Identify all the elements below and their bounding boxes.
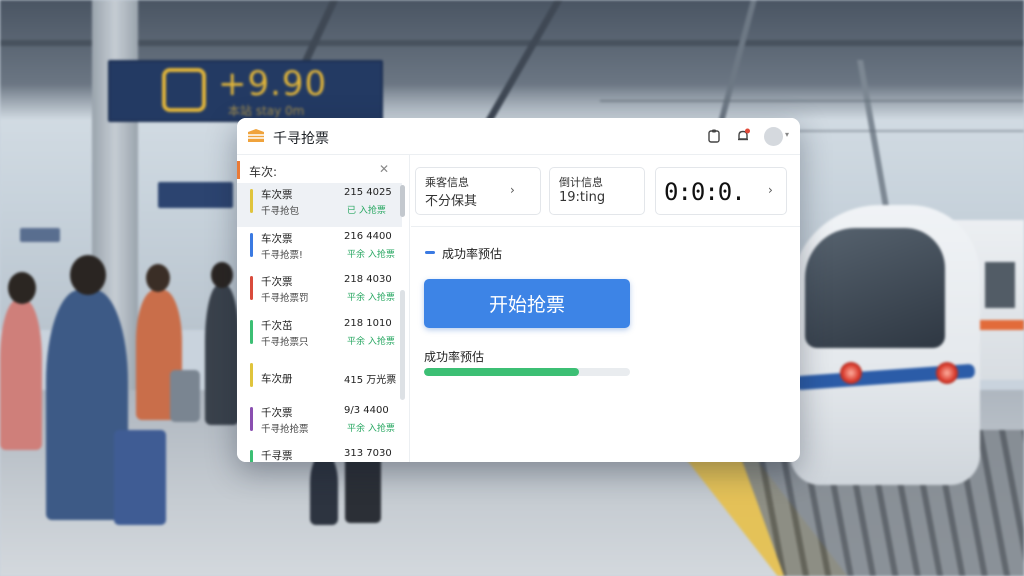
train-sidebar: 车次: ✕ 车次票 千寻抢包 215 4025 已 入抢票 车次票 千寻抢票! 216 44…	[237, 155, 410, 462]
passenger-info-value: 不分保其	[425, 194, 478, 209]
notification-bell-icon[interactable]	[735, 128, 751, 144]
schedule-info-card[interactable]: 倒计信息 19:ting	[549, 167, 645, 215]
train-code: 313 7030	[344, 448, 392, 459]
traveler	[310, 455, 338, 525]
scrollbar-track	[400, 290, 405, 400]
train-code: 415 万光票	[344, 375, 397, 386]
train-list-item[interactable]: 千次票千寻抢抢票 9/3 4400 平余 入抢票	[237, 401, 402, 445]
train-color-tag	[250, 276, 253, 300]
chevron-right-icon: ›	[510, 183, 515, 197]
section-accent	[425, 251, 435, 254]
sign-text: +9.90	[218, 64, 328, 104]
train-subtitle: 千寻抢票!	[261, 249, 303, 261]
train-name: 千次票	[261, 406, 293, 419]
train-color-tag	[250, 319, 253, 344]
train-windshield	[805, 228, 945, 348]
train-headlight	[840, 362, 862, 384]
divider	[411, 226, 800, 227]
sidebar-header-label: 车次:	[249, 165, 278, 179]
suitcase	[345, 455, 381, 523]
train-subtitle: 千寻抢包	[261, 206, 300, 217]
schedule-info-label: 倒计信息	[559, 176, 603, 189]
user-avatar[interactable]	[764, 127, 783, 146]
train-list-item[interactable]: 车次票千寻抢包 215 4025 已 入抢票	[237, 183, 402, 227]
train-code: 216 4400	[344, 230, 392, 242]
traveler-head	[8, 272, 36, 304]
traveler	[205, 285, 239, 425]
countdown-timer: 0:0:0.	[664, 178, 746, 206]
suitcase	[170, 370, 200, 422]
train-color-tag	[250, 406, 253, 431]
train-list: 车次票 千寻抢包 215 4025 已 入抢票 车次票 千寻抢票! 216 4400 平余 入…	[237, 183, 407, 462]
train-name: 车次票	[261, 232, 293, 245]
train-color-tag	[250, 363, 253, 387]
sidebar-header: 车次: ✕	[237, 155, 410, 185]
departure-sign: +9.90 本站 stay 0m	[108, 60, 383, 122]
train-code: 218 1010	[344, 317, 392, 329]
traveler-head	[70, 255, 106, 295]
train-name: 千次茁	[261, 319, 293, 332]
section-title: 成功率预估	[442, 247, 503, 261]
success-rate-label: 成功率预估	[424, 350, 485, 364]
train-name: 车次票	[261, 189, 293, 201]
train-window	[985, 262, 1015, 308]
train-subtitle: 千寻抢抢票	[261, 423, 309, 435]
train-list-item[interactable]: 千次茁千寻抢票只 218 1010 平余 入抢票	[237, 314, 402, 358]
roof-beam	[0, 40, 1024, 46]
train-subtitle: 千寻抢票罚	[261, 293, 309, 304]
close-icon[interactable]: ✕	[379, 162, 389, 176]
train-color-tag	[250, 232, 253, 257]
success-rate-progress	[424, 368, 630, 376]
train-status: 平余 入抢票	[347, 249, 395, 260]
train-status: 平余 入抢票	[347, 293, 395, 303]
traveler	[0, 300, 42, 450]
sign-subtext: 本站 stay 0m	[228, 104, 305, 118]
app-window: 千寻抢票 ▾ 车次: ✕ 车次票 千寻抢包 215 4025 已 入抢票 车次票 千寻抢票…	[237, 118, 800, 462]
train-status: 平余 入抢票	[347, 336, 395, 347]
train-name: 车次册	[261, 373, 293, 385]
train-name: 千寻票	[261, 450, 293, 462]
train-status: 平余 入抢票	[347, 423, 395, 434]
app-title: 千寻抢票	[273, 131, 329, 147]
passenger-info-label: 乘客信息	[425, 176, 469, 189]
train-color-tag	[250, 450, 253, 462]
train-headlight	[936, 362, 958, 384]
train-subtitle: 千寻抢票只	[261, 336, 309, 348]
clipboard-icon[interactable]	[706, 128, 722, 144]
train-list-item[interactable]: 千次票千寻抢票罚 218 4030 平余 入抢票	[237, 270, 402, 314]
train-code: 218 4030	[344, 274, 392, 285]
sidebar-header-accent	[237, 161, 240, 179]
overhead-wire	[600, 100, 1024, 102]
chevron-down-icon[interactable]: ▾	[785, 130, 789, 139]
sidebar-scrollbar[interactable]	[400, 185, 405, 445]
train-list-item[interactable]: 车次册 415 万光票	[237, 357, 402, 401]
traveler-head	[211, 262, 233, 288]
start-grab-button[interactable]: 开始抢票	[424, 279, 630, 328]
countdown-card[interactable]: 0:0:0. ›	[655, 167, 787, 215]
train-status: 已 入抢票	[347, 206, 386, 216]
schedule-info-value: 19:ting	[559, 190, 606, 205]
train-name: 千次票	[261, 276, 293, 288]
app-logo-icon	[248, 129, 264, 142]
title-bar: 千寻抢票 ▾	[237, 118, 800, 155]
suitcase	[114, 430, 166, 525]
passenger-info-card[interactable]: 乘客信息 不分保其 ›	[415, 167, 541, 215]
platform-sign	[20, 228, 60, 242]
bus-icon	[162, 68, 206, 112]
train-color-tag	[250, 189, 253, 213]
progress-fill	[424, 368, 579, 376]
train-list-item[interactable]: 千寻票千寻抢票罚313 7030平余 入抢票	[237, 444, 402, 462]
traveler-head	[146, 264, 170, 292]
train-code: 9/3 4400	[344, 404, 389, 416]
train-code: 215 4025	[344, 187, 392, 198]
chevron-right-icon: ›	[768, 183, 773, 197]
platform-sign	[158, 182, 233, 208]
train-list-item[interactable]: 车次票千寻抢票! 216 4400 平余 入抢票	[237, 227, 402, 271]
scrollbar-thumb[interactable]	[400, 185, 405, 217]
